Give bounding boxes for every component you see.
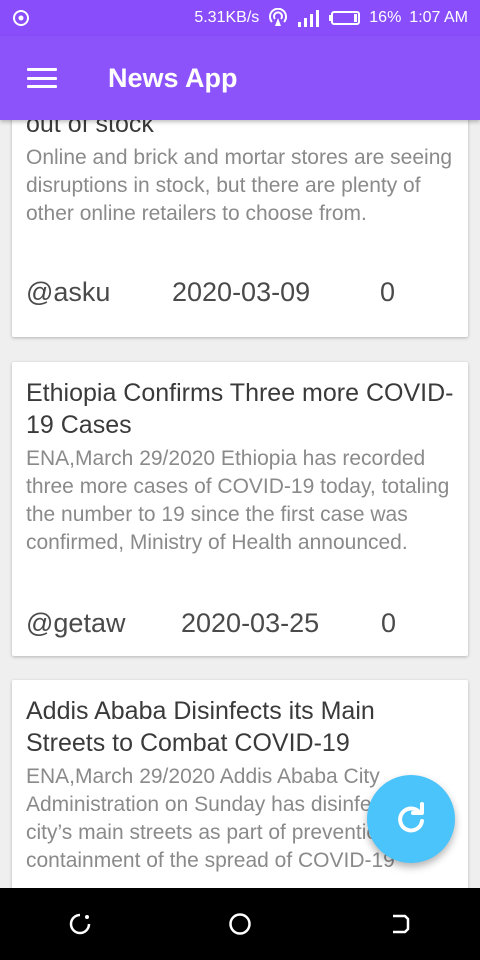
home-button[interactable]	[210, 894, 270, 954]
news-title: Addis Ababa Disinfects its Main Streets …	[26, 697, 375, 757]
news-meta: @asku 2020-03-09 0	[26, 274, 454, 310]
app-bar: News App	[0, 36, 480, 120]
news-author[interactable]: @getaw	[26, 608, 181, 639]
back-icon	[393, 914, 410, 934]
news-count: 0	[380, 276, 396, 307]
news-date: 2020-03-25	[181, 607, 320, 638]
refresh-icon	[398, 802, 424, 833]
system-navigation-bar	[0, 888, 480, 960]
news-title: Ethiopia Confirms Three more COVID-19 Ca…	[26, 379, 454, 439]
hamburger-menu-icon	[27, 68, 57, 88]
news-card[interactable]: Ethiopia Confirms Three more COVID-19 Ca…	[12, 362, 468, 656]
news-date: 2020-03-09	[172, 276, 311, 307]
battery-percent: 16%	[369, 9, 402, 26]
battery-icon	[329, 10, 361, 26]
app-title: News App	[108, 62, 238, 93]
news-feed[interactable]: out of stock Online and brick and mortar…	[0, 120, 480, 888]
news-meta: @getaw 2020-03-25 0	[26, 605, 454, 641]
menu-button[interactable]	[0, 36, 84, 120]
news-title: out of stock	[26, 120, 154, 138]
recent-apps-button[interactable]	[50, 894, 110, 954]
news-author[interactable]: @asku	[26, 277, 172, 308]
record-icon	[12, 9, 30, 27]
recent-apps-icon	[69, 913, 91, 935]
signal-icon	[297, 8, 321, 28]
news-summary: ENA,March 29/2020 Ethiopia has recorded …	[26, 447, 450, 554]
news-card[interactable]: out of stock Online and brick and mortar…	[12, 120, 468, 337]
network-speed: 5.31KB/s	[194, 9, 260, 26]
news-summary: Online and brick and mortar stores are s…	[26, 146, 453, 225]
home-icon	[229, 913, 251, 935]
news-count: 0	[381, 607, 397, 638]
back-button[interactable]	[370, 894, 430, 954]
refresh-button[interactable]	[367, 775, 455, 863]
status-bar: 5.31KB/s 16% 1:07 AM	[0, 0, 480, 36]
hotspot-icon	[267, 8, 289, 28]
clock: 1:07 AM	[409, 9, 468, 26]
